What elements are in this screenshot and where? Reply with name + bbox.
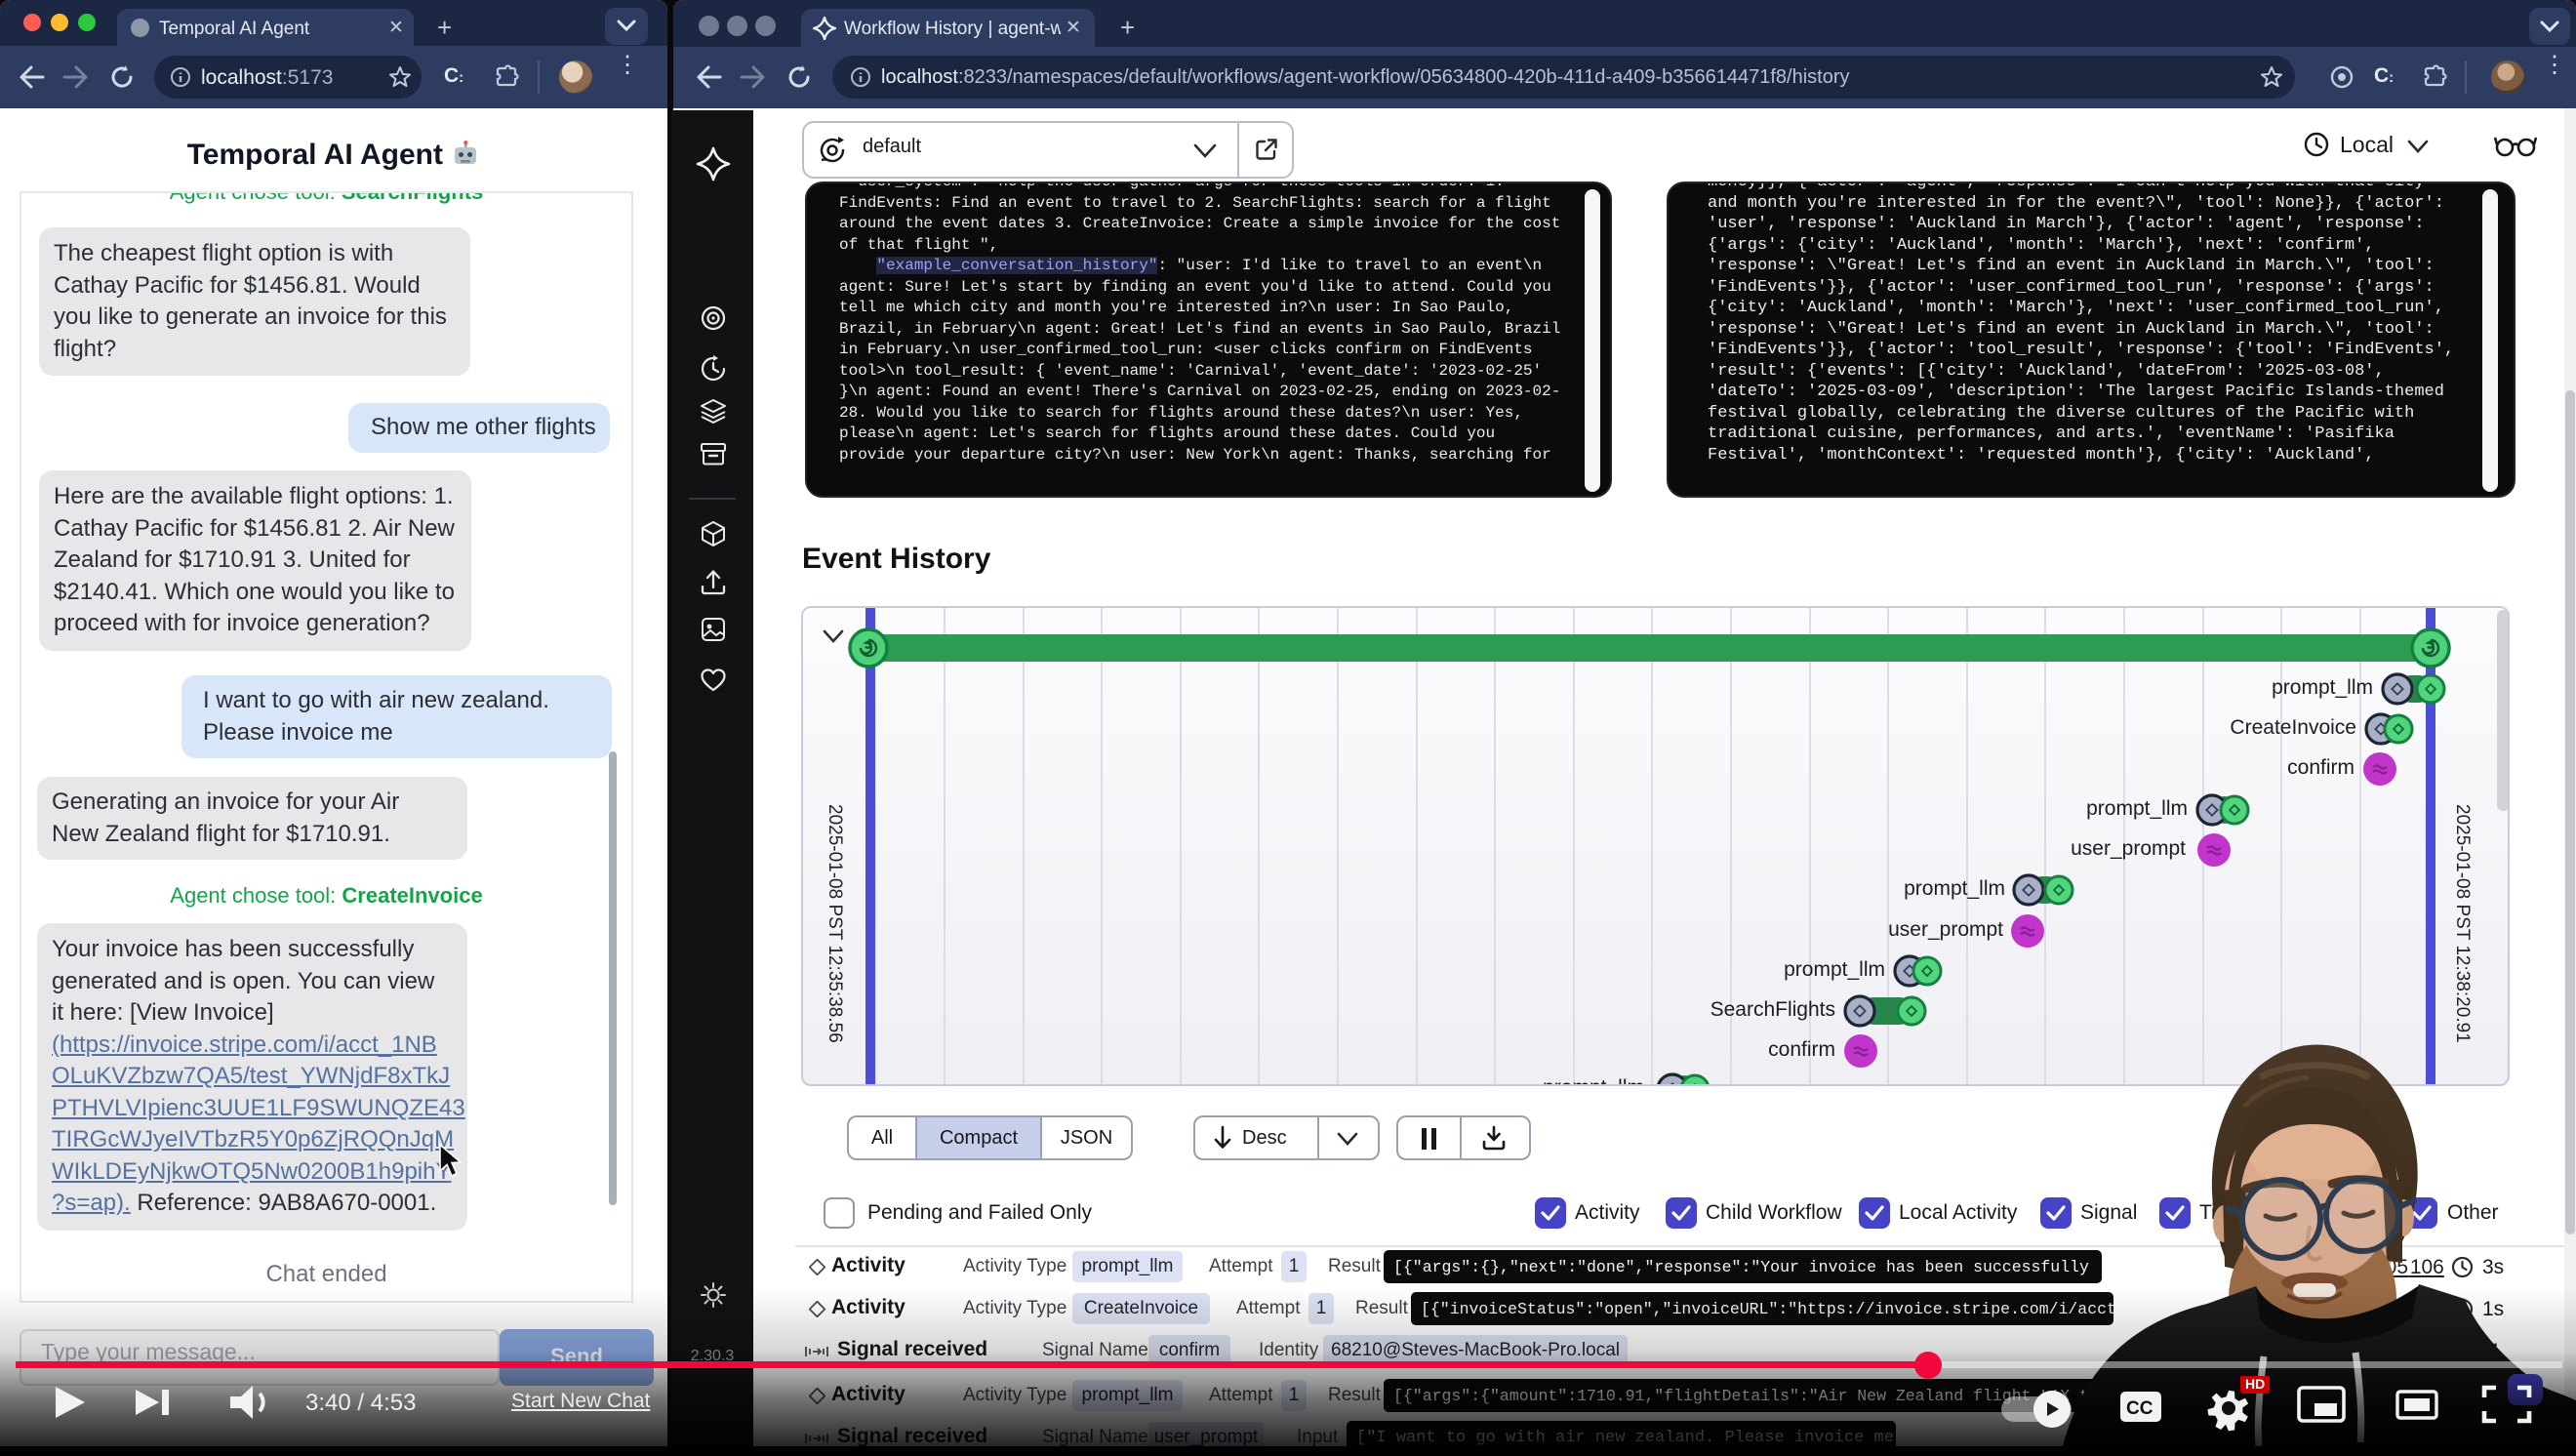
svg-text:3:40 / 4:53: 3:40 / 4:53 — [305, 1390, 416, 1416]
svg-text:CC: CC — [2126, 1398, 2153, 1419]
svg-text:HD: HD — [2245, 1376, 2265, 1392]
